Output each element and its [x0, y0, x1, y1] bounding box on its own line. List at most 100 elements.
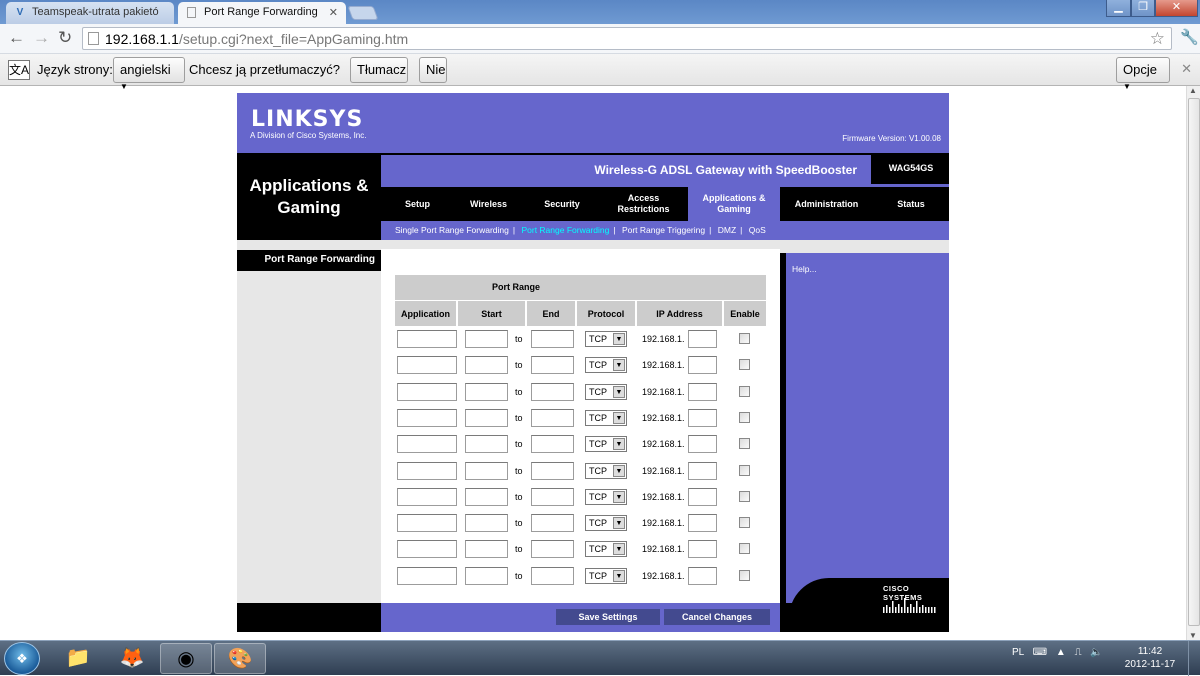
submenu-single-port-range-forwarding[interactable]: Single Port Range Forwarding [395, 225, 509, 235]
no-button[interactable]: Nie [419, 57, 447, 83]
tab-port-range-forwarding[interactable]: Port Range Forwarding ✕ [178, 2, 346, 24]
start-port-input[interactable] [465, 488, 508, 506]
end-port-input[interactable] [531, 540, 574, 558]
submenu-port-range-triggering[interactable]: Port Range Triggering [622, 225, 705, 235]
enable-checkbox[interactable] [739, 517, 750, 528]
ip-last-octet-input[interactable] [688, 330, 717, 348]
protocol-select[interactable]: TCP ▼ [585, 541, 627, 557]
end-port-input[interactable] [531, 462, 574, 480]
volume-icon[interactable]: 🔈 [1090, 647, 1102, 658]
application-name-input[interactable] [397, 330, 457, 348]
menu-status[interactable]: Status [873, 187, 949, 221]
ip-last-octet-input[interactable] [688, 435, 717, 453]
back-icon[interactable]: ← [8, 28, 25, 48]
chrome-icon[interactable]: ◉ [160, 643, 212, 674]
protocol-select[interactable]: TCP ▼ [585, 515, 627, 531]
bookmark-star-icon[interactable]: ☆ [1150, 29, 1165, 49]
windows-explorer-icon[interactable]: 📁 [52, 643, 104, 674]
options-button[interactable]: Opcje ▼ [1116, 57, 1170, 91]
language-indicator[interactable]: PL [1012, 647, 1024, 658]
end-port-input[interactable] [531, 356, 574, 374]
enable-checkbox[interactable] [739, 491, 750, 502]
end-port-input[interactable] [531, 409, 574, 427]
enable-checkbox[interactable] [739, 543, 750, 554]
application-name-input[interactable] [397, 356, 457, 374]
application-name-input[interactable] [397, 514, 457, 532]
language-select[interactable]: angielski ▼ [113, 57, 185, 91]
application-name-input[interactable] [397, 462, 457, 480]
application-name-input[interactable] [397, 383, 457, 401]
submenu-qos[interactable]: QoS [749, 225, 766, 235]
start-port-input[interactable] [465, 567, 508, 585]
scrollbar-thumb[interactable] [1188, 98, 1200, 626]
protocol-select[interactable]: TCP ▼ [585, 410, 627, 426]
end-port-input[interactable] [531, 488, 574, 506]
network-icon[interactable]: ⎍ [1075, 647, 1082, 658]
enable-checkbox[interactable] [739, 412, 750, 423]
wrench-menu-icon[interactable]: 🔧 [1180, 28, 1199, 46]
menu-applications-gaming[interactable]: Applications & Gaming [688, 187, 780, 221]
show-desktop-button[interactable] [1188, 641, 1200, 676]
protocol-select[interactable]: TCP ▼ [585, 489, 627, 505]
new-tab-button[interactable] [347, 6, 379, 20]
minimize-icon[interactable]: ▁ [1106, 0, 1131, 17]
tab-teamspeak[interactable]: V Teamspeak-utrata pakietó [6, 2, 174, 24]
start-port-input[interactable] [465, 540, 508, 558]
close-translate-icon[interactable]: ✕ [1181, 61, 1192, 77]
end-port-input[interactable] [531, 330, 574, 348]
vertical-scrollbar[interactable]: ▲ ▼ [1186, 86, 1200, 640]
ip-last-octet-input[interactable] [688, 514, 717, 532]
end-port-input[interactable] [531, 383, 574, 401]
start-port-input[interactable] [465, 356, 508, 374]
reload-icon[interactable]: ↻ [58, 28, 72, 48]
ip-last-octet-input[interactable] [688, 383, 717, 401]
enable-checkbox[interactable] [739, 333, 750, 344]
protocol-select[interactable]: TCP ▼ [585, 568, 627, 584]
menu-security[interactable]: Security [523, 187, 601, 221]
menu-access-restrictions[interactable]: Access Restrictions [601, 187, 686, 221]
protocol-select[interactable]: TCP ▼ [585, 331, 627, 347]
scroll-down-icon[interactable]: ▼ [1189, 631, 1197, 640]
application-name-input[interactable] [397, 409, 457, 427]
menu-wireless[interactable]: Wireless [454, 187, 523, 221]
firefox-icon[interactable]: 🦊 [106, 643, 158, 674]
start-port-input[interactable] [465, 435, 508, 453]
restore-icon[interactable]: ❐ [1131, 0, 1155, 17]
start-port-input[interactable] [465, 514, 508, 532]
ip-last-octet-input[interactable] [688, 462, 717, 480]
protocol-select[interactable]: TCP ▼ [585, 436, 627, 452]
translate-button[interactable]: Tłumacz [350, 57, 408, 83]
end-port-input[interactable] [531, 567, 574, 585]
start-port-input[interactable] [465, 330, 508, 348]
end-port-input[interactable] [531, 514, 574, 532]
close-window-icon[interactable]: ✕ [1155, 0, 1198, 17]
help-link[interactable]: Help... [792, 264, 817, 274]
ip-last-octet-input[interactable] [688, 409, 717, 427]
protocol-select[interactable]: TCP ▼ [585, 384, 627, 400]
enable-checkbox[interactable] [739, 465, 750, 476]
application-name-input[interactable] [397, 435, 457, 453]
close-tab-icon[interactable]: ✕ [329, 6, 338, 19]
application-name-input[interactable] [397, 488, 457, 506]
save-settings-button[interactable]: Save Settings [556, 609, 660, 625]
start-button[interactable]: ❖ [4, 642, 40, 675]
protocol-select[interactable]: TCP ▼ [585, 357, 627, 373]
keyboard-icon[interactable]: ⌨ [1033, 647, 1047, 658]
menu-administration[interactable]: Administration [780, 187, 873, 221]
cancel-changes-button[interactable]: Cancel Changes [664, 609, 770, 625]
application-name-input[interactable] [397, 567, 457, 585]
application-name-input[interactable] [397, 540, 457, 558]
ip-last-octet-input[interactable] [688, 488, 717, 506]
clock[interactable]: 11:42 2012-11-17 [1120, 645, 1180, 671]
start-port-input[interactable] [465, 383, 508, 401]
start-port-input[interactable] [465, 462, 508, 480]
end-port-input[interactable] [531, 435, 574, 453]
menu-setup[interactable]: Setup [381, 187, 454, 221]
start-port-input[interactable] [465, 409, 508, 427]
enable-checkbox[interactable] [739, 386, 750, 397]
enable-checkbox[interactable] [739, 359, 750, 370]
enable-checkbox[interactable] [739, 570, 750, 581]
scroll-up-icon[interactable]: ▲ [1189, 86, 1197, 95]
enable-checkbox[interactable] [739, 438, 750, 449]
submenu-dmz[interactable]: DMZ [718, 225, 736, 235]
